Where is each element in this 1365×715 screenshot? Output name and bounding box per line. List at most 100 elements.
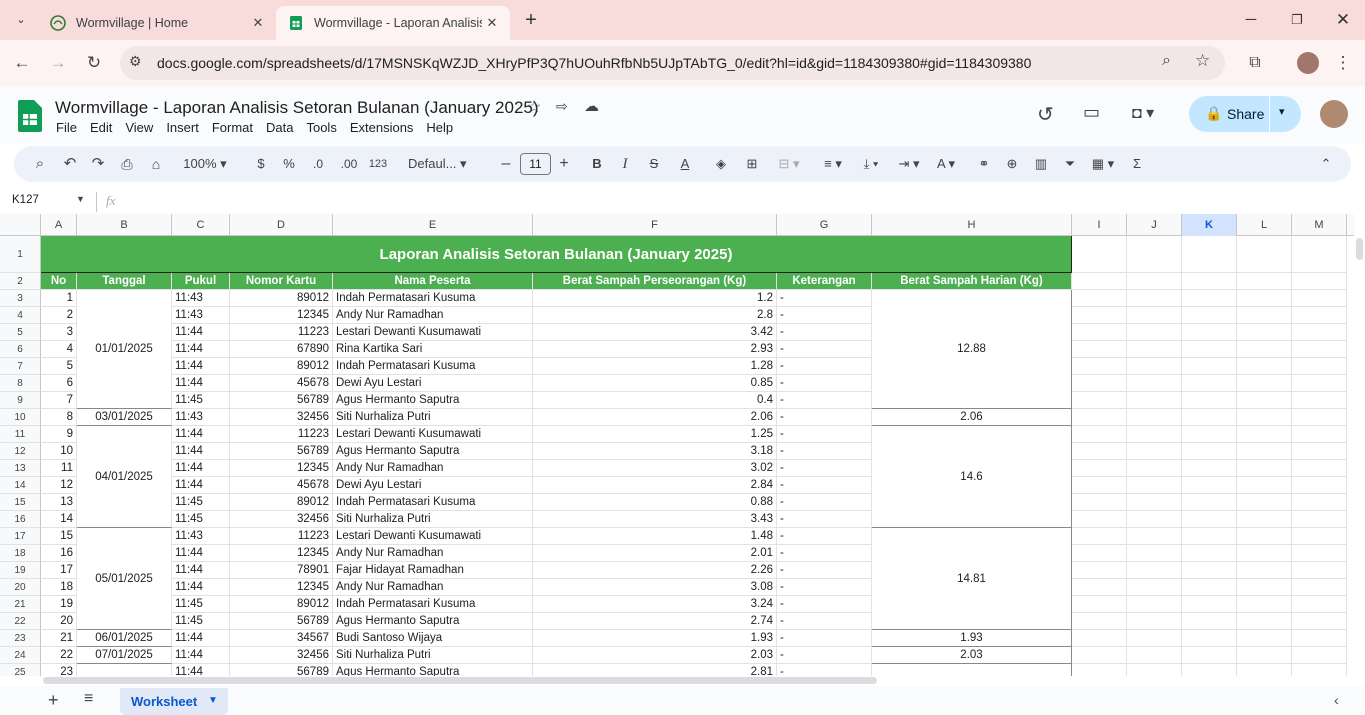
row-header[interactable]: 19	[0, 562, 41, 579]
column-header-i[interactable]: I	[1072, 214, 1127, 236]
empty-cell[interactable]	[1182, 494, 1237, 511]
empty-cell[interactable]	[1182, 528, 1237, 545]
fill-color-icon[interactable]: ◈	[711, 146, 731, 182]
sheet-tab-worksheet[interactable]: Worksheet ▼	[120, 688, 228, 715]
cell-no[interactable]: 15	[41, 528, 77, 545]
column-header-j[interactable]: J	[1127, 214, 1182, 236]
account-avatar[interactable]	[1320, 100, 1348, 128]
functions-icon[interactable]: Σ	[1127, 146, 1147, 182]
empty-cell[interactable]	[1237, 596, 1292, 613]
empty-cell[interactable]	[1127, 443, 1182, 460]
row-header[interactable]: 2	[0, 273, 41, 290]
column-label[interactable]: Keterangan	[777, 273, 872, 290]
row-header[interactable]: 17	[0, 528, 41, 545]
cell-berat-harian[interactable]: 14.6	[872, 426, 1072, 528]
cell-nomor-kartu[interactable]: 78901	[230, 562, 333, 579]
empty-cell[interactable]	[1292, 273, 1347, 290]
cell-nama-peserta[interactable]: Agus Hermanto Saputra	[333, 443, 533, 460]
close-icon[interactable]: ✕	[248, 15, 268, 31]
row-header[interactable]: 12	[0, 443, 41, 460]
decrease-decimal-button[interactable]: .0	[306, 146, 330, 182]
cell-berat-harian[interactable]: 14.81	[872, 528, 1072, 630]
chevron-down-icon[interactable]: ▼	[76, 194, 85, 204]
empty-cell[interactable]	[1292, 545, 1347, 562]
cell-berat-harian[interactable]: 2.03	[872, 647, 1072, 664]
font-size-increase-button[interactable]: +	[556, 146, 572, 182]
cell-no[interactable]: 16	[41, 545, 77, 562]
empty-cell[interactable]	[1072, 236, 1127, 273]
cell-nama-peserta[interactable]: Siti Nurhaliza Putri	[333, 511, 533, 528]
row-header[interactable]: 8	[0, 375, 41, 392]
zoom-icon[interactable]: ⌕	[1162, 52, 1171, 70]
empty-cell[interactable]	[1237, 613, 1292, 630]
browser-menu-button[interactable]: ⋮	[1331, 51, 1355, 75]
text-color-button[interactable]: A	[675, 146, 695, 182]
forward-button[interactable]: →	[46, 51, 70, 75]
sheet-title[interactable]: Laporan Analisis Setoran Bulanan (Januar…	[41, 236, 1072, 273]
cell-no[interactable]: 14	[41, 511, 77, 528]
cell-nama-peserta[interactable]: Fajar Hidayat Ramadhan	[333, 562, 533, 579]
empty-cell[interactable]	[1127, 392, 1182, 409]
cell-nama-peserta[interactable]: Andy Nur Ramadhan	[333, 460, 533, 477]
cell-nama-peserta[interactable]: Lestari Dewanti Kusumawati	[333, 324, 533, 341]
cell-keterangan[interactable]: -	[777, 494, 872, 511]
cell-keterangan[interactable]: -	[777, 579, 872, 596]
row-header[interactable]: 9	[0, 392, 41, 409]
paint-format-icon[interactable]: ⌂	[146, 146, 166, 182]
cell-nomor-kartu[interactable]: 32456	[230, 409, 333, 426]
cell-nama-peserta[interactable]: Andy Nur Ramadhan	[333, 579, 533, 596]
cell-berat-perseorangan[interactable]: 1.93	[533, 630, 777, 647]
cell-nomor-kartu[interactable]: 12345	[230, 307, 333, 324]
empty-cell[interactable]	[1292, 562, 1347, 579]
cell-pukul[interactable]: 11:44	[172, 664, 230, 676]
empty-cell[interactable]	[1182, 664, 1237, 676]
empty-cell[interactable]	[1182, 341, 1237, 358]
column-header-b[interactable]: B	[77, 214, 172, 236]
cell-nomor-kartu[interactable]: 89012	[230, 358, 333, 375]
empty-cell[interactable]	[1072, 528, 1127, 545]
extensions-button[interactable]: ⧉	[1243, 51, 1267, 75]
cell-no[interactable]: 2	[41, 307, 77, 324]
cell-nomor-kartu[interactable]: 11223	[230, 426, 333, 443]
empty-cell[interactable]	[1292, 630, 1347, 647]
menu-extensions[interactable]: Extensions	[350, 120, 414, 135]
empty-cell[interactable]	[1072, 375, 1127, 392]
strikethrough-button[interactable]: S	[645, 146, 663, 182]
empty-cell[interactable]	[1127, 613, 1182, 630]
chevron-down-icon[interactable]: ▾	[1279, 105, 1285, 118]
column-header-k[interactable]: K	[1182, 214, 1237, 236]
empty-cell[interactable]	[1292, 460, 1347, 477]
empty-cell[interactable]	[1237, 647, 1292, 664]
empty-cell[interactable]	[1072, 477, 1127, 494]
empty-cell[interactable]	[1292, 358, 1347, 375]
cell-keterangan[interactable]: -	[777, 545, 872, 562]
cell-nama-peserta[interactable]: Indah Permatasari Kusuma	[333, 290, 533, 307]
empty-cell[interactable]	[1237, 494, 1292, 511]
cell-no[interactable]: 7	[41, 392, 77, 409]
cell-pukul[interactable]: 11:44	[172, 562, 230, 579]
empty-cell[interactable]	[1292, 443, 1347, 460]
cell-pukul[interactable]: 11:43	[172, 290, 230, 307]
empty-cell[interactable]	[1127, 511, 1182, 528]
cell-berat-perseorangan[interactable]: 2.74	[533, 613, 777, 630]
column-header-l[interactable]: L	[1237, 214, 1292, 236]
empty-cell[interactable]	[1127, 290, 1182, 307]
empty-cell[interactable]	[1182, 630, 1237, 647]
empty-cell[interactable]	[1237, 409, 1292, 426]
column-label[interactable]: Nomor Kartu	[230, 273, 333, 290]
empty-cell[interactable]	[1292, 324, 1347, 341]
cell-pukul[interactable]: 11:44	[172, 426, 230, 443]
cell-nama-peserta[interactable]: Rina Kartika Sari	[333, 341, 533, 358]
add-sheet-button[interactable]: +	[48, 690, 59, 711]
empty-cell[interactable]	[1237, 664, 1292, 676]
reload-button[interactable]: ↻	[82, 51, 106, 75]
browser-tab-sheet[interactable]: Wormvillage - Laporan Analisis ✕	[276, 6, 510, 40]
empty-cell[interactable]	[1292, 596, 1347, 613]
cell-nomor-kartu[interactable]: 89012	[230, 494, 333, 511]
cell-nama-peserta[interactable]: Siti Nurhaliza Putri	[333, 409, 533, 426]
cell-nomor-kartu[interactable]: 12345	[230, 460, 333, 477]
cell-no[interactable]: 21	[41, 630, 77, 647]
empty-cell[interactable]	[1182, 477, 1237, 494]
cell-no[interactable]: 3	[41, 324, 77, 341]
address-bar[interactable]: ⚙ docs.google.com/spreadsheets/d/17MSNSK…	[120, 46, 1225, 80]
